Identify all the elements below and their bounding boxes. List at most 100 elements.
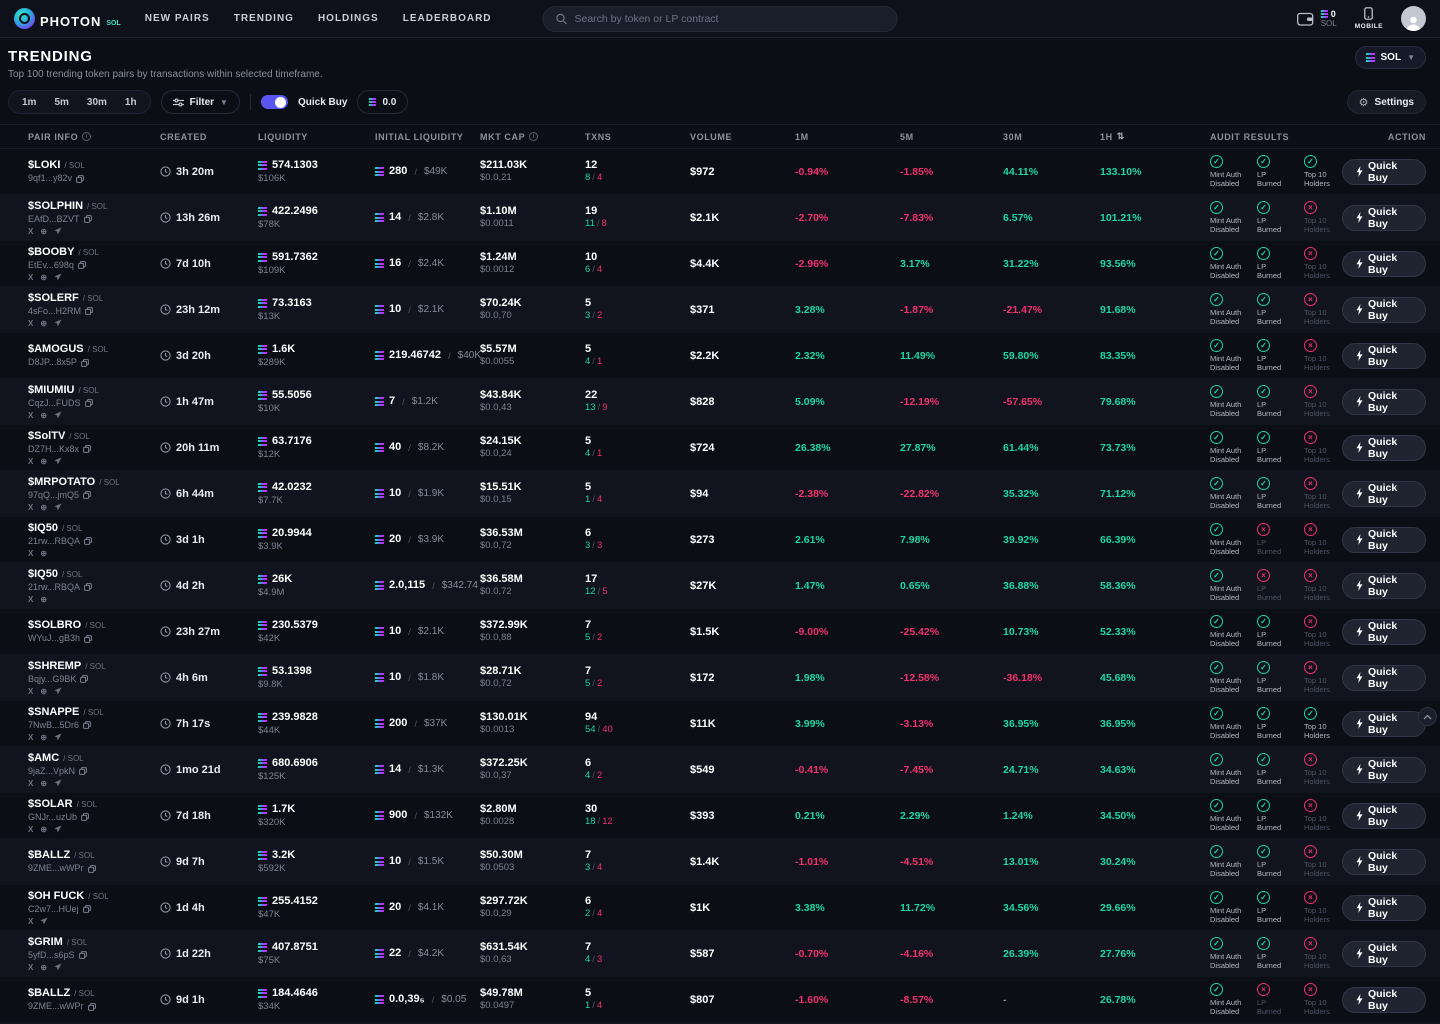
table-row[interactable]: $AMC / SOL 9jaZ...VpkN X ⊕ — [0, 747, 1440, 793]
copy-icon[interactable] — [83, 721, 91, 729]
table-row[interactable]: $MIUMIU / SOL CqzJ...FUDS X ⊕ — [0, 379, 1440, 425]
x-twitter-icon[interactable]: X — [28, 595, 33, 604]
mobile-button[interactable]: MOBILE — [1355, 7, 1383, 31]
quick-buy-button[interactable]: Quick Buy — [1342, 987, 1426, 1013]
pair-address-line[interactable]: 21rw...RBQA — [28, 582, 160, 593]
telegram-icon[interactable] — [54, 319, 62, 327]
pair-address-line[interactable]: 9ZME...wWPr — [28, 1001, 160, 1012]
quick-buy-button[interactable]: Quick Buy — [1342, 205, 1426, 231]
copy-icon[interactable] — [83, 491, 91, 499]
telegram-icon[interactable] — [54, 687, 62, 695]
pair-address-line[interactable]: C2w7...HUej — [28, 904, 160, 915]
x-twitter-icon[interactable]: X — [28, 779, 33, 788]
nav-item-new-pairs[interactable]: NEW PAIRS — [145, 13, 210, 24]
website-icon[interactable]: ⊕ — [40, 457, 47, 466]
pair-address-line[interactable]: 9ZME...wWPr — [28, 863, 160, 874]
quick-buy-button[interactable]: Quick Buy — [1342, 849, 1426, 875]
quick-buy-button[interactable]: Quick Buy — [1342, 803, 1426, 829]
telegram-icon[interactable] — [54, 411, 62, 419]
table-row[interactable]: $SolTV / SOL DZ7H...Kx8x X ⊕ — [0, 425, 1440, 471]
col-1h[interactable]: 1H⇅ — [1100, 131, 1210, 142]
table-row[interactable]: $BALLZ / SOL 9ZME...wWPr 9d 7h 3.2K $592… — [0, 839, 1440, 885]
x-twitter-icon[interactable]: X — [28, 457, 33, 466]
x-twitter-icon[interactable]: X — [28, 411, 33, 420]
pair-address-line[interactable]: 7NwB...5Dr6 — [28, 720, 160, 731]
pair-address-line[interactable]: EtEv...698q — [28, 260, 160, 271]
telegram-icon[interactable] — [54, 825, 62, 833]
col-initial-liquidity[interactable]: INITIAL LIQUIDITY — [375, 132, 480, 142]
timeframe-1h[interactable]: 1h — [116, 97, 146, 108]
copy-icon[interactable] — [84, 583, 92, 591]
copy-icon[interactable] — [83, 905, 91, 913]
table-row[interactable]: $BOOBY / SOL EtEv...698q X ⊕ — [0, 241, 1440, 287]
quick-buy-button[interactable]: Quick Buy — [1342, 619, 1426, 645]
quick-buy-button[interactable]: Quick Buy — [1342, 343, 1426, 369]
x-twitter-icon[interactable]: X — [28, 917, 33, 926]
nav-item-holdings[interactable]: HOLDINGS — [318, 13, 379, 24]
pair-address-line[interactable]: WYuJ...gB3h — [28, 633, 160, 644]
col-5m[interactable]: 5M — [900, 132, 1003, 142]
copy-icon[interactable] — [88, 1003, 96, 1011]
telegram-icon[interactable] — [54, 779, 62, 787]
settings-button[interactable]: ⚙ Settings — [1347, 90, 1426, 114]
quick-buy-button[interactable]: Quick Buy — [1342, 251, 1426, 277]
quick-buy-button[interactable]: Quick Buy — [1342, 665, 1426, 691]
scroll-indicator[interactable] — [1418, 707, 1437, 726]
pair-address-line[interactable]: 97qQ...jmQ5 — [28, 490, 160, 501]
table-row[interactable]: $SOLPHIN / SOL EAfD...BZVT X ⊕ — [0, 195, 1440, 241]
copy-icon[interactable] — [84, 635, 92, 643]
website-icon[interactable]: ⊕ — [40, 549, 47, 558]
quick-buy-button[interactable]: Quick Buy — [1342, 159, 1426, 185]
x-twitter-icon[interactable]: X — [28, 733, 33, 742]
website-icon[interactable]: ⊕ — [40, 273, 47, 282]
x-twitter-icon[interactable]: X — [28, 227, 33, 236]
timeframe-1m[interactable]: 1m — [13, 97, 45, 108]
website-icon[interactable]: ⊕ — [40, 825, 47, 834]
website-icon[interactable]: ⊕ — [40, 963, 47, 972]
telegram-icon[interactable] — [54, 733, 62, 741]
pair-address-line[interactable]: 9jaZ...VpkN — [28, 766, 160, 777]
pair-address-line[interactable]: 21rw...RBQA — [28, 536, 160, 547]
col-created[interactable]: CREATED — [160, 132, 258, 142]
col-volume[interactable]: VOLUME — [690, 132, 795, 142]
quick-buy-button[interactable]: Quick Buy — [1342, 527, 1426, 553]
quick-buy-button[interactable]: Quick Buy — [1342, 389, 1426, 415]
quick-buy-toggle[interactable] — [261, 95, 288, 109]
copy-icon[interactable] — [79, 951, 87, 959]
copy-icon[interactable] — [85, 307, 93, 315]
pair-address-line[interactable]: 5yfD...s6pS — [28, 950, 160, 961]
quick-buy-amount[interactable]: 0.0 — [357, 90, 408, 114]
table-row[interactable]: $BALLZ / SOL 9ZME...wWPr 9d 1h 184.4646 … — [0, 977, 1440, 1023]
table-row[interactable]: $LOKI / SOL 9qf1...y82v 3h 20m 574.1303 … — [0, 149, 1440, 195]
col-1m[interactable]: 1M — [795, 132, 900, 142]
wallet-widget[interactable]: 0 SOL — [1297, 9, 1337, 29]
search-bar[interactable] — [543, 6, 898, 32]
copy-icon[interactable] — [78, 261, 86, 269]
brand[interactable]: PHOTON SOL — [14, 8, 121, 29]
quick-buy-button[interactable]: Quick Buy — [1342, 941, 1426, 967]
table-row[interactable]: $AMOGUS / SOL D8JP...8x5P 3d 20h 1.6K $2… — [0, 333, 1440, 379]
website-icon[interactable]: ⊕ — [40, 687, 47, 696]
table-row[interactable]: $GRIM / SOL 5yfD...s6pS X ⊕ — [0, 931, 1440, 977]
x-twitter-icon[interactable]: X — [28, 825, 33, 834]
quick-buy-button[interactable]: Quick Buy — [1342, 711, 1426, 737]
website-icon[interactable]: ⊕ — [40, 227, 47, 236]
search-input[interactable] — [575, 13, 885, 25]
pair-address-line[interactable]: Bqjy...G9BK — [28, 674, 160, 685]
pair-address-line[interactable]: DZ7H...Kx8x — [28, 444, 160, 455]
pair-address-line[interactable]: 4sFo...H2RM — [28, 306, 160, 317]
copy-icon[interactable] — [83, 445, 91, 453]
table-row[interactable]: $SOLBRO / SOL WYuJ...gB3h 23h 27m 230.53… — [0, 609, 1440, 655]
pair-address-line[interactable]: D8JP...8x5P — [28, 357, 160, 368]
avatar[interactable] — [1401, 6, 1426, 31]
x-twitter-icon[interactable]: X — [28, 549, 33, 558]
copy-icon[interactable] — [84, 215, 92, 223]
copy-icon[interactable] — [80, 675, 88, 683]
website-icon[interactable]: ⊕ — [40, 779, 47, 788]
copy-icon[interactable] — [84, 537, 92, 545]
website-icon[interactable]: ⊕ — [40, 595, 47, 604]
x-twitter-icon[interactable]: X — [28, 687, 33, 696]
table-row[interactable]: $OH FUCK / SOL C2w7...HUej X — [0, 885, 1440, 931]
table-row[interactable]: $SOLERF / SOL 4sFo...H2RM X ⊕ — [0, 287, 1440, 333]
pair-address-line[interactable]: EAfD...BZVT — [28, 214, 160, 225]
